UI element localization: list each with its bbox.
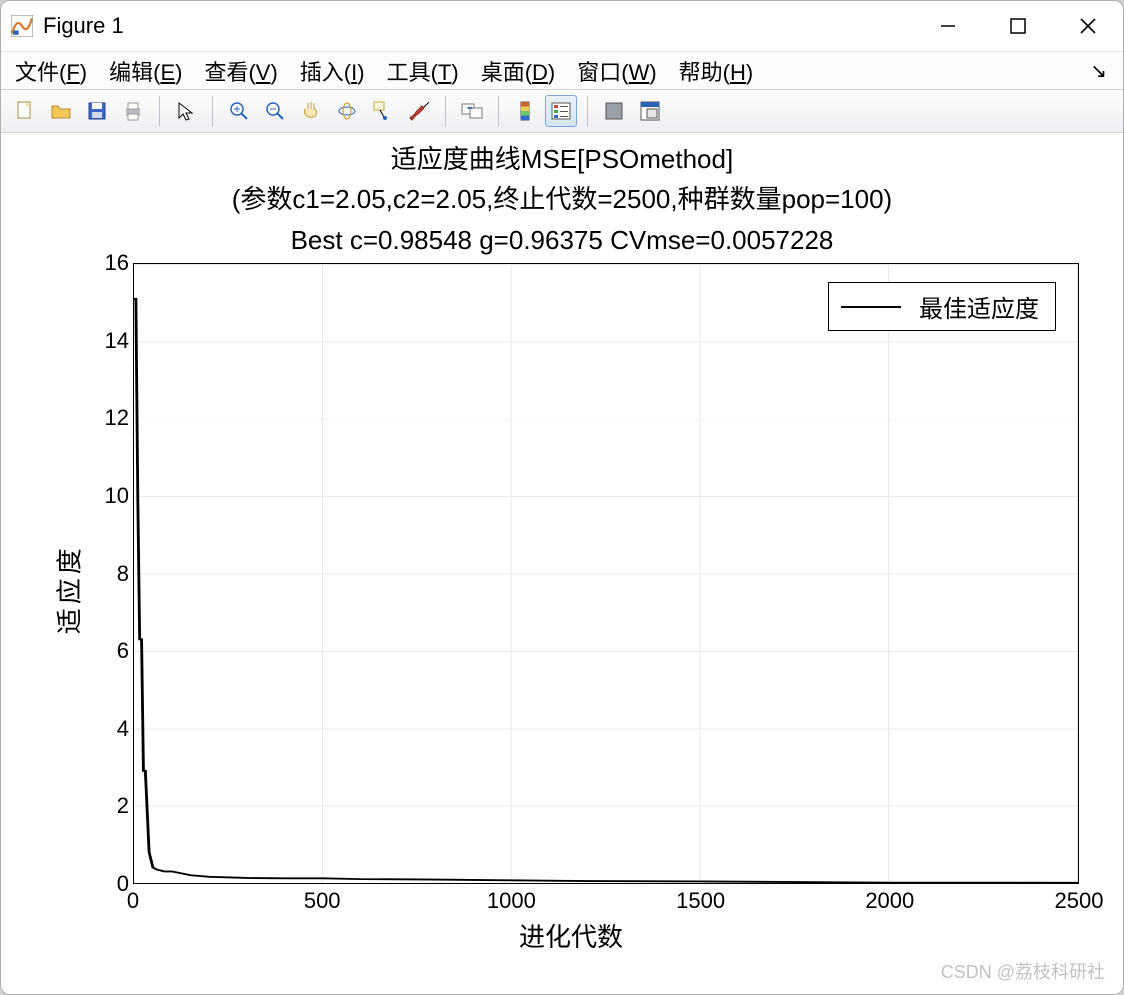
maximize-button[interactable]	[983, 1, 1053, 51]
open-button[interactable]	[45, 95, 77, 127]
y-tick: 12	[105, 405, 129, 431]
y-tick: 14	[105, 328, 129, 354]
minimize-button[interactable]	[913, 1, 983, 51]
hide-plot-tools-button[interactable]	[598, 95, 630, 127]
toolbar	[1, 89, 1123, 133]
x-tick: 2500	[1055, 888, 1104, 914]
link-button[interactable]	[456, 95, 488, 127]
y-axis-label: 适应度	[50, 544, 87, 634]
menu-desktop[interactable]: 桌面(D)	[481, 55, 556, 87]
dock-button[interactable]	[634, 95, 666, 127]
chart-title-line3: Best c=0.98548 g=0.96375 CVmse=0.0057228	[1, 220, 1123, 260]
legend-button[interactable]	[545, 95, 577, 127]
menu-overflow-icon[interactable]: ↘	[1090, 58, 1107, 83]
datatip-button[interactable]	[367, 95, 399, 127]
x-tick: 2000	[865, 888, 914, 914]
menu-insert[interactable]: 插入(I)	[300, 55, 365, 87]
pointer-button[interactable]	[170, 95, 202, 127]
y-tick: 10	[105, 483, 129, 509]
x-tick: 500	[304, 888, 341, 914]
menu-tools[interactable]: 工具(T)	[387, 55, 459, 87]
x-axis-label: 进化代数	[519, 917, 623, 954]
menu-file[interactable]: 文件(F)	[15, 55, 87, 87]
y-tick: 2	[117, 793, 129, 819]
watermark: CSDN @荔枝科研社	[941, 958, 1105, 984]
print-button[interactable]	[117, 95, 149, 127]
chart-title-line1: 适应度曲线MSE[PSOmethod]	[1, 139, 1123, 179]
chart-title-line2: (参数c1=2.05,c2=2.05,终止代数=2500,种群数量pop=100…	[1, 179, 1123, 219]
menubar: 文件(F) 编辑(E) 查看(V) 插入(I) 工具(T) 桌面(D) 窗口(W…	[1, 51, 1123, 89]
menu-help[interactable]: 帮助(H)	[679, 55, 754, 87]
pan-button[interactable]	[295, 95, 327, 127]
y-tick: 16	[105, 250, 129, 276]
y-tick: 8	[117, 561, 129, 587]
titlebar: Figure 1	[1, 1, 1123, 51]
save-button[interactable]	[81, 95, 113, 127]
menu-view[interactable]: 查看(V)	[204, 55, 277, 87]
y-tick: 4	[117, 716, 129, 742]
zoom-in-button[interactable]	[223, 95, 255, 127]
colorbar-button[interactable]	[509, 95, 541, 127]
x-tick: 1000	[487, 888, 536, 914]
menu-edit[interactable]: 编辑(E)	[109, 55, 182, 87]
window-title: Figure 1	[43, 13, 124, 39]
figure-window: Figure 1 文件(F) 编辑(E) 查看(V) 插入(I) 工具(T) 桌…	[0, 0, 1124, 995]
axes-wrap: 适应度 最佳适应度 进化代数 0246810121416050010001500…	[41, 263, 1101, 922]
chart-title: 适应度曲线MSE[PSOmethod] (参数c1=2.05,c2=2.05,终…	[1, 139, 1123, 260]
axes[interactable]: 最佳适应度	[133, 263, 1079, 884]
menu-window[interactable]: 窗口(W)	[577, 55, 656, 87]
app-icon	[11, 15, 33, 37]
rotate-button[interactable]	[331, 95, 363, 127]
y-tick: 6	[117, 638, 129, 664]
x-tick: 1500	[676, 888, 725, 914]
zoom-out-button[interactable]	[259, 95, 291, 127]
brush-button[interactable]	[403, 95, 435, 127]
figure-canvas[interactable]: 适应度曲线MSE[PSOmethod] (参数c1=2.05,c2=2.05,终…	[1, 133, 1123, 994]
chart-line	[134, 264, 1078, 883]
x-tick: 0	[127, 888, 139, 914]
close-button[interactable]	[1053, 1, 1123, 51]
new-button[interactable]	[9, 95, 41, 127]
